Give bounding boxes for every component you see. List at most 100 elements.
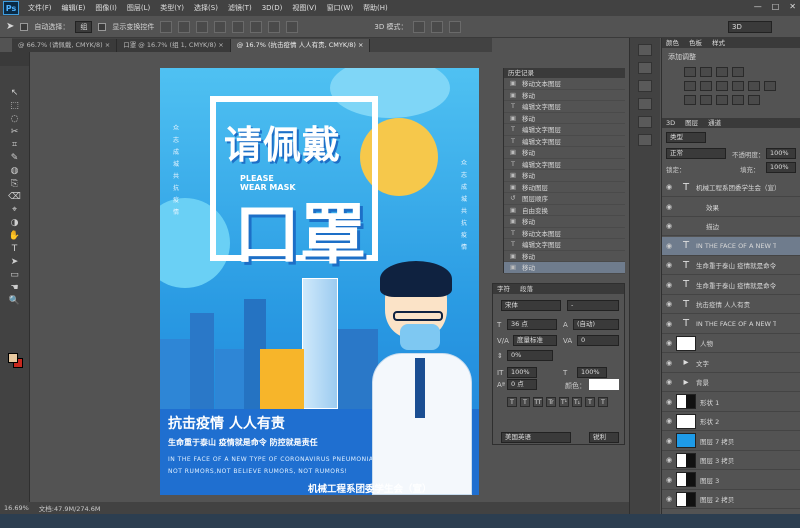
healing-tool-icon[interactable]: ◍ bbox=[3, 164, 27, 177]
align-center-icon[interactable] bbox=[232, 20, 245, 33]
photo-filter-icon[interactable] bbox=[748, 81, 760, 91]
3d-rotate-icon[interactable] bbox=[413, 20, 426, 33]
shape-tool-icon[interactable]: ▭ bbox=[3, 268, 27, 281]
baseline-field[interactable]: 0 点 bbox=[507, 379, 537, 390]
maximize-button[interactable]: □ bbox=[772, 2, 780, 11]
layer-filter-dropdown[interactable]: 类型 bbox=[666, 132, 706, 143]
history-item[interactable]: T 编辑文字图层 bbox=[504, 159, 625, 170]
history-item[interactable]: ▣ 移动 bbox=[504, 262, 625, 274]
visibility-eye-icon[interactable]: ◉ bbox=[662, 476, 676, 484]
layer-row[interactable]: ◉ 形状 1 bbox=[662, 393, 800, 412]
move-tool-icon[interactable]: ↖ bbox=[3, 86, 27, 99]
align-top-icon[interactable] bbox=[160, 20, 173, 33]
hand-tool-icon[interactable]: ☚ bbox=[3, 281, 27, 294]
menu-3d[interactable]: 3D(D) bbox=[257, 4, 288, 12]
pen-tool-icon[interactable]: ✋ bbox=[3, 229, 27, 242]
auto-select-dropdown[interactable]: 组 bbox=[75, 20, 93, 33]
marquee-tool-icon[interactable]: ⬚ bbox=[3, 99, 27, 112]
all-caps-button[interactable]: TT bbox=[533, 397, 543, 407]
layer-row[interactable]: ◉ T 生命重于泰山 疫情就是命令 bbox=[662, 276, 800, 295]
exposure-icon[interactable] bbox=[732, 67, 744, 77]
tab-swatches[interactable]: 色板 bbox=[689, 38, 702, 48]
tab-character[interactable]: 字符 bbox=[497, 284, 510, 294]
history-item[interactable]: ▣ 移动 bbox=[504, 147, 625, 159]
tab-document-1[interactable]: @ 66.7% (请佩戴, CMYK/8) × bbox=[12, 39, 118, 52]
visibility-eye-icon[interactable]: ◉ bbox=[662, 456, 676, 464]
eyedropper-tool-icon[interactable]: ✎ bbox=[3, 151, 27, 164]
visibility-eye-icon[interactable]: ◉ bbox=[662, 417, 676, 425]
tab-document-3[interactable]: @ 16.7% (抗击疫情 人人有责, CMYK/8) × bbox=[230, 39, 371, 52]
language-dropdown[interactable]: 美国英语 bbox=[501, 432, 571, 443]
visibility-eye-icon[interactable]: ◉ bbox=[662, 339, 676, 347]
menu-image[interactable]: 图像(I) bbox=[90, 3, 122, 13]
tab-3d[interactable]: 3D bbox=[666, 118, 675, 128]
menu-type[interactable]: 类型(Y) bbox=[155, 3, 189, 13]
small-caps-button[interactable]: Tr bbox=[546, 397, 556, 407]
history-item[interactable]: T 编辑文字图层 bbox=[504, 124, 625, 136]
poster-canvas[interactable]: 众志成城共抗疫情 众志成城共抗疫情 请佩戴 PLEASE WEAR MASK 口… bbox=[160, 68, 479, 495]
dodge-tool-icon[interactable]: ◑ bbox=[3, 216, 27, 229]
tab-layers[interactable]: 图层 bbox=[685, 118, 698, 128]
subscript-button[interactable]: T₁ bbox=[572, 397, 582, 407]
workspace-dropdown[interactable]: 3D bbox=[728, 21, 772, 33]
history-item[interactable]: T 编辑文字图层 bbox=[504, 239, 625, 251]
clone-source-icon[interactable] bbox=[638, 134, 652, 146]
strikethrough-button[interactable]: T bbox=[598, 397, 608, 407]
tab-channels[interactable]: 通道 bbox=[708, 118, 721, 128]
threshold-icon[interactable] bbox=[716, 95, 728, 105]
history-panel-icon[interactable] bbox=[638, 44, 652, 56]
paragraph-panel-icon[interactable] bbox=[638, 98, 652, 110]
lasso-tool-icon[interactable]: ◌ bbox=[3, 112, 27, 125]
distribute-icon[interactable] bbox=[268, 20, 281, 33]
history-item[interactable]: T 移动文本图层 bbox=[504, 228, 625, 239]
tab-color[interactable]: 颜色 bbox=[666, 38, 679, 48]
show-transform-checkbox[interactable] bbox=[98, 22, 107, 31]
brush-panel-icon[interactable] bbox=[638, 116, 652, 128]
eraser-tool-icon[interactable]: ⌫ bbox=[3, 190, 27, 203]
history-item[interactable]: T 编辑文字图层 bbox=[504, 136, 625, 147]
layer-row[interactable]: ◉ 图层 3 拷贝 bbox=[662, 451, 800, 470]
text-color-swatch[interactable] bbox=[589, 379, 619, 390]
menu-filter[interactable]: 滤镜(T) bbox=[223, 3, 257, 13]
brush-tool-icon[interactable]: ⎘ bbox=[3, 177, 27, 190]
auto-select-checkbox[interactable] bbox=[20, 22, 29, 31]
blend-mode-dropdown[interactable]: 正常 bbox=[666, 148, 726, 159]
menu-help[interactable]: 帮助(H) bbox=[358, 3, 393, 13]
menu-select[interactable]: 选择(S) bbox=[189, 3, 223, 13]
minimize-button[interactable]: — bbox=[754, 2, 762, 11]
foreground-color-swatch[interactable] bbox=[8, 353, 18, 363]
opacity-field[interactable]: 100% bbox=[766, 148, 796, 159]
type-tool-icon[interactable]: T bbox=[3, 242, 27, 255]
visibility-eye-icon[interactable]: ◉ bbox=[662, 320, 676, 328]
visibility-eye-icon[interactable]: ◉ bbox=[662, 261, 676, 269]
selective-color-icon[interactable] bbox=[748, 95, 760, 105]
history-panel-title[interactable]: 历史记录 bbox=[504, 68, 625, 78]
layer-row[interactable]: ◉ T IN THE FACE OF A NEW TYPE bbox=[662, 315, 800, 334]
brightness-icon[interactable] bbox=[684, 67, 696, 77]
align-bottom-icon[interactable] bbox=[196, 20, 209, 33]
font-style-dropdown[interactable]: - bbox=[567, 300, 619, 311]
history-item[interactable]: T 编辑文字图层 bbox=[504, 101, 625, 113]
tab-paragraph[interactable]: 段落 bbox=[520, 284, 533, 294]
menu-layer[interactable]: 图层(L) bbox=[122, 3, 155, 13]
tab-styles[interactable]: 样式 bbox=[712, 38, 725, 48]
history-item[interactable]: ▣ 自由变换 bbox=[504, 205, 625, 216]
history-item[interactable]: ▣ 移动 bbox=[504, 251, 625, 262]
character-panel-icon[interactable] bbox=[638, 80, 652, 92]
channel-mixer-icon[interactable] bbox=[764, 81, 776, 91]
levels-icon[interactable] bbox=[700, 67, 712, 77]
align-middle-icon[interactable] bbox=[178, 20, 191, 33]
zoom-level[interactable]: 16.69% bbox=[4, 504, 29, 512]
layer-row[interactable]: ◉ ▸ 文字 bbox=[662, 354, 800, 373]
faux-italic-button[interactable]: T bbox=[520, 397, 530, 407]
properties-panel-icon[interactable] bbox=[638, 62, 652, 74]
layer-row[interactable]: ◉ 描边 bbox=[662, 217, 800, 236]
visibility-eye-icon[interactable]: ◉ bbox=[662, 183, 676, 191]
invert-icon[interactable] bbox=[684, 95, 696, 105]
black-white-icon[interactable] bbox=[732, 81, 744, 91]
gradient-map-icon[interactable] bbox=[732, 95, 744, 105]
history-item[interactable]: ▣ 移动文本图层 bbox=[504, 78, 625, 90]
3d-pan-icon[interactable] bbox=[449, 20, 462, 33]
layer-row[interactable]: ◉ ▸ 背景 bbox=[662, 373, 800, 392]
layer-row[interactable]: ◉ T 生命重于泰山 疫情就是命令 bbox=[662, 256, 800, 275]
